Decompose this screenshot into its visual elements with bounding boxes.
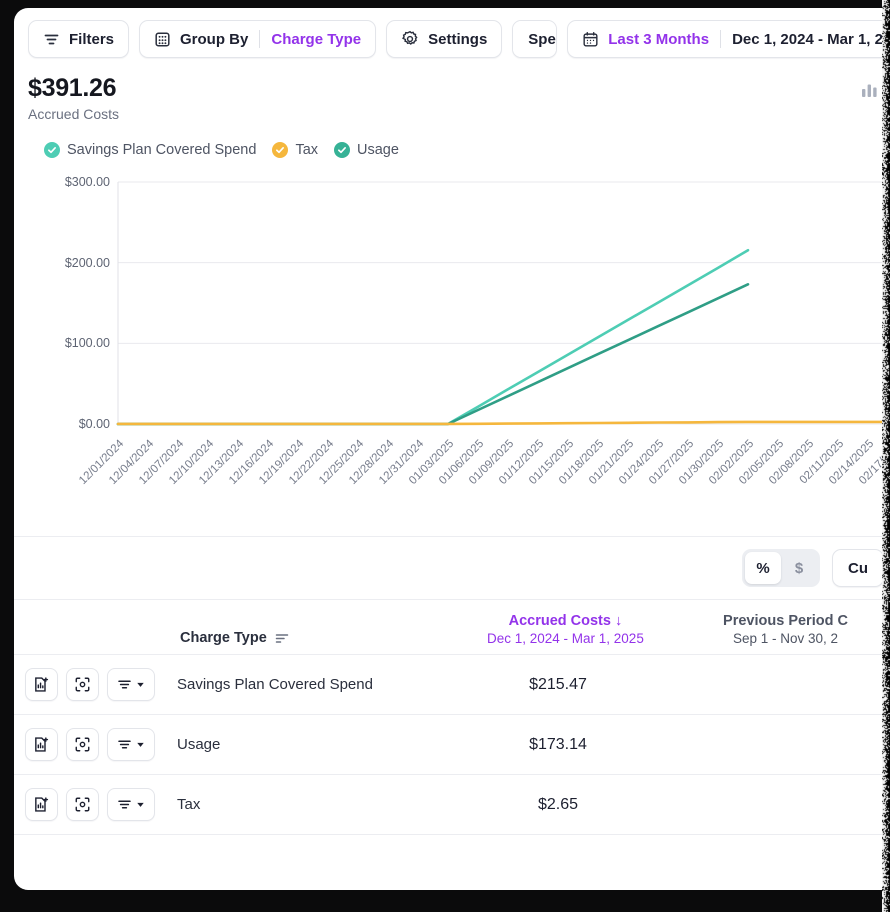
summary-amount: $391.26 — [28, 74, 890, 103]
group-by-value[interactable]: Charge Type — [271, 31, 361, 48]
row-accrued-cost: $2.65 — [448, 796, 668, 814]
screenshot-frame: Filters Group By Charge Type Settings Sp… — [0, 0, 890, 912]
chevron-down-icon — [136, 800, 145, 809]
check-circle-icon[interactable] — [272, 142, 288, 158]
chart-legend: Savings Plan Covered Spend Tax Usage — [14, 122, 890, 158]
bar-chart-icon[interactable] — [861, 82, 878, 98]
date-range-button[interactable]: Last 3 Months Dec 1, 2024 - Mar 1, 2 — [567, 20, 890, 58]
grid-icon — [154, 31, 171, 48]
x-axis-labels: 12/01/2024 12/04/2024 12/07/2024 12/10/2024… — [14, 430, 890, 526]
focus-button[interactable] — [66, 668, 99, 701]
filter-icon — [117, 737, 132, 752]
row-filter-button[interactable] — [107, 788, 155, 821]
previous-range: Sep 1 - Nov 30, 2 — [673, 631, 890, 646]
chart-add-icon — [33, 736, 50, 753]
table-section: % $ Cu Charge Type Accrued Costs ↓ Dec 1… — [14, 536, 890, 835]
row-actions — [14, 788, 155, 821]
charge-type-label: Charge Type — [180, 630, 267, 646]
check-circle-icon[interactable] — [334, 142, 350, 158]
table-body: Savings Plan Covered Spend $215.47 Usage $1… — [14, 655, 890, 835]
y-axis-tick-label: $200.00 — [65, 256, 110, 270]
legend-item[interactable]: Savings Plan Covered Spend — [44, 142, 256, 158]
series-line — [118, 250, 748, 424]
focus-scan-icon — [74, 796, 91, 813]
add-to-chart-button[interactable] — [25, 728, 58, 761]
row-actions — [14, 728, 155, 761]
y-axis-tick-label: $0.00 — [79, 417, 110, 431]
row-actions — [14, 668, 155, 701]
focus-button[interactable] — [66, 728, 99, 761]
chevron-down-icon — [136, 680, 145, 689]
focus-button[interactable] — [66, 788, 99, 821]
legend-item[interactable]: Usage — [334, 142, 399, 158]
percent-toggle[interactable]: % — [745, 552, 781, 584]
add-to-chart-button[interactable] — [25, 668, 58, 701]
add-to-chart-button[interactable] — [25, 788, 58, 821]
gear-icon — [401, 30, 419, 48]
group-by-button[interactable]: Group By Charge Type — [139, 20, 376, 58]
legend-item[interactable]: Tax — [272, 142, 318, 158]
row-accrued-cost: $215.47 — [448, 676, 668, 694]
percent-dollar-toggle[interactable]: % $ — [742, 549, 820, 587]
sort-lines-icon[interactable] — [275, 631, 289, 645]
spend-usage-toggle[interactable]: Spend Usage — [512, 20, 557, 58]
column-header-charge-type[interactable]: Charge Type — [14, 630, 458, 646]
y-axis-tick-label: $300.00 — [65, 175, 110, 189]
date-preset-label[interactable]: Last 3 Months — [608, 31, 709, 48]
filter-icon — [117, 677, 132, 692]
summary-label: Accrued Costs — [28, 106, 890, 122]
legend-label: Usage — [357, 142, 399, 158]
previous-title: Previous Period C — [673, 613, 890, 629]
table-row[interactable]: Tax $2.65 — [14, 775, 890, 835]
line-chart — [14, 168, 890, 438]
toggle-spend[interactable]: Spend — [513, 21, 557, 57]
row-accrued-cost: $173.14 — [448, 736, 668, 754]
y-axis-tick-label: $100.00 — [65, 336, 110, 350]
chevron-down-icon — [136, 740, 145, 749]
filter-icon — [117, 797, 132, 812]
group-by-divider — [259, 30, 260, 48]
filters-label: Filters — [69, 31, 114, 48]
cost-explorer-card: Filters Group By Charge Type Settings Sp… — [14, 8, 890, 890]
dollar-toggle[interactable]: $ — [781, 552, 817, 584]
column-header-previous-period[interactable]: Previous Period C Sep 1 - Nov 30, 2 — [673, 613, 890, 646]
customize-button[interactable]: Cu — [832, 549, 884, 587]
chart-add-icon — [33, 796, 50, 813]
settings-button[interactable]: Settings — [386, 20, 502, 58]
toolbar: Filters Group By Charge Type Settings Sp… — [14, 8, 890, 70]
settings-label: Settings — [428, 31, 487, 48]
legend-label: Savings Plan Covered Spend — [67, 142, 256, 158]
row-charge-type: Usage — [155, 736, 448, 753]
table-row[interactable]: Usage $173.14 — [14, 715, 890, 775]
focus-scan-icon — [74, 736, 91, 753]
accrued-range: Dec 1, 2024 - Mar 1, 2025 — [458, 631, 673, 646]
accrued-title: Accrued Costs — [509, 613, 611, 629]
row-charge-type: Savings Plan Covered Spend — [155, 676, 448, 693]
date-divider — [720, 30, 721, 48]
filters-button[interactable]: Filters — [28, 20, 129, 58]
date-range-label: Dec 1, 2024 - Mar 1, 2 — [732, 31, 883, 48]
summary-block: $391.26 Accrued Costs — [14, 70, 890, 122]
legend-label: Tax — [295, 142, 318, 158]
group-by-label: Group By — [180, 31, 248, 48]
calendar-icon — [582, 31, 599, 48]
row-charge-type: Tax — [155, 796, 448, 813]
row-filter-button[interactable] — [107, 668, 155, 701]
column-header-accrued-costs[interactable]: Accrued Costs ↓ Dec 1, 2024 - Mar 1, 202… — [458, 613, 673, 646]
screenshot-edge-noise — [882, 0, 890, 912]
table-row[interactable]: Savings Plan Covered Spend $215.47 — [14, 655, 890, 715]
table-controls: % $ Cu — [14, 537, 890, 599]
sort-arrow-icon[interactable]: ↓ — [615, 613, 622, 629]
chart-add-icon — [33, 676, 50, 693]
chart-area: $0.00 $100.00 $200.00 $300.00 12/01/2024 12/… — [14, 168, 890, 528]
row-filter-button[interactable] — [107, 728, 155, 761]
table-header: Charge Type Accrued Costs ↓ Dec 1, 2024 … — [14, 599, 890, 655]
focus-scan-icon — [74, 676, 91, 693]
filter-icon — [43, 31, 60, 48]
check-circle-icon[interactable] — [44, 142, 60, 158]
